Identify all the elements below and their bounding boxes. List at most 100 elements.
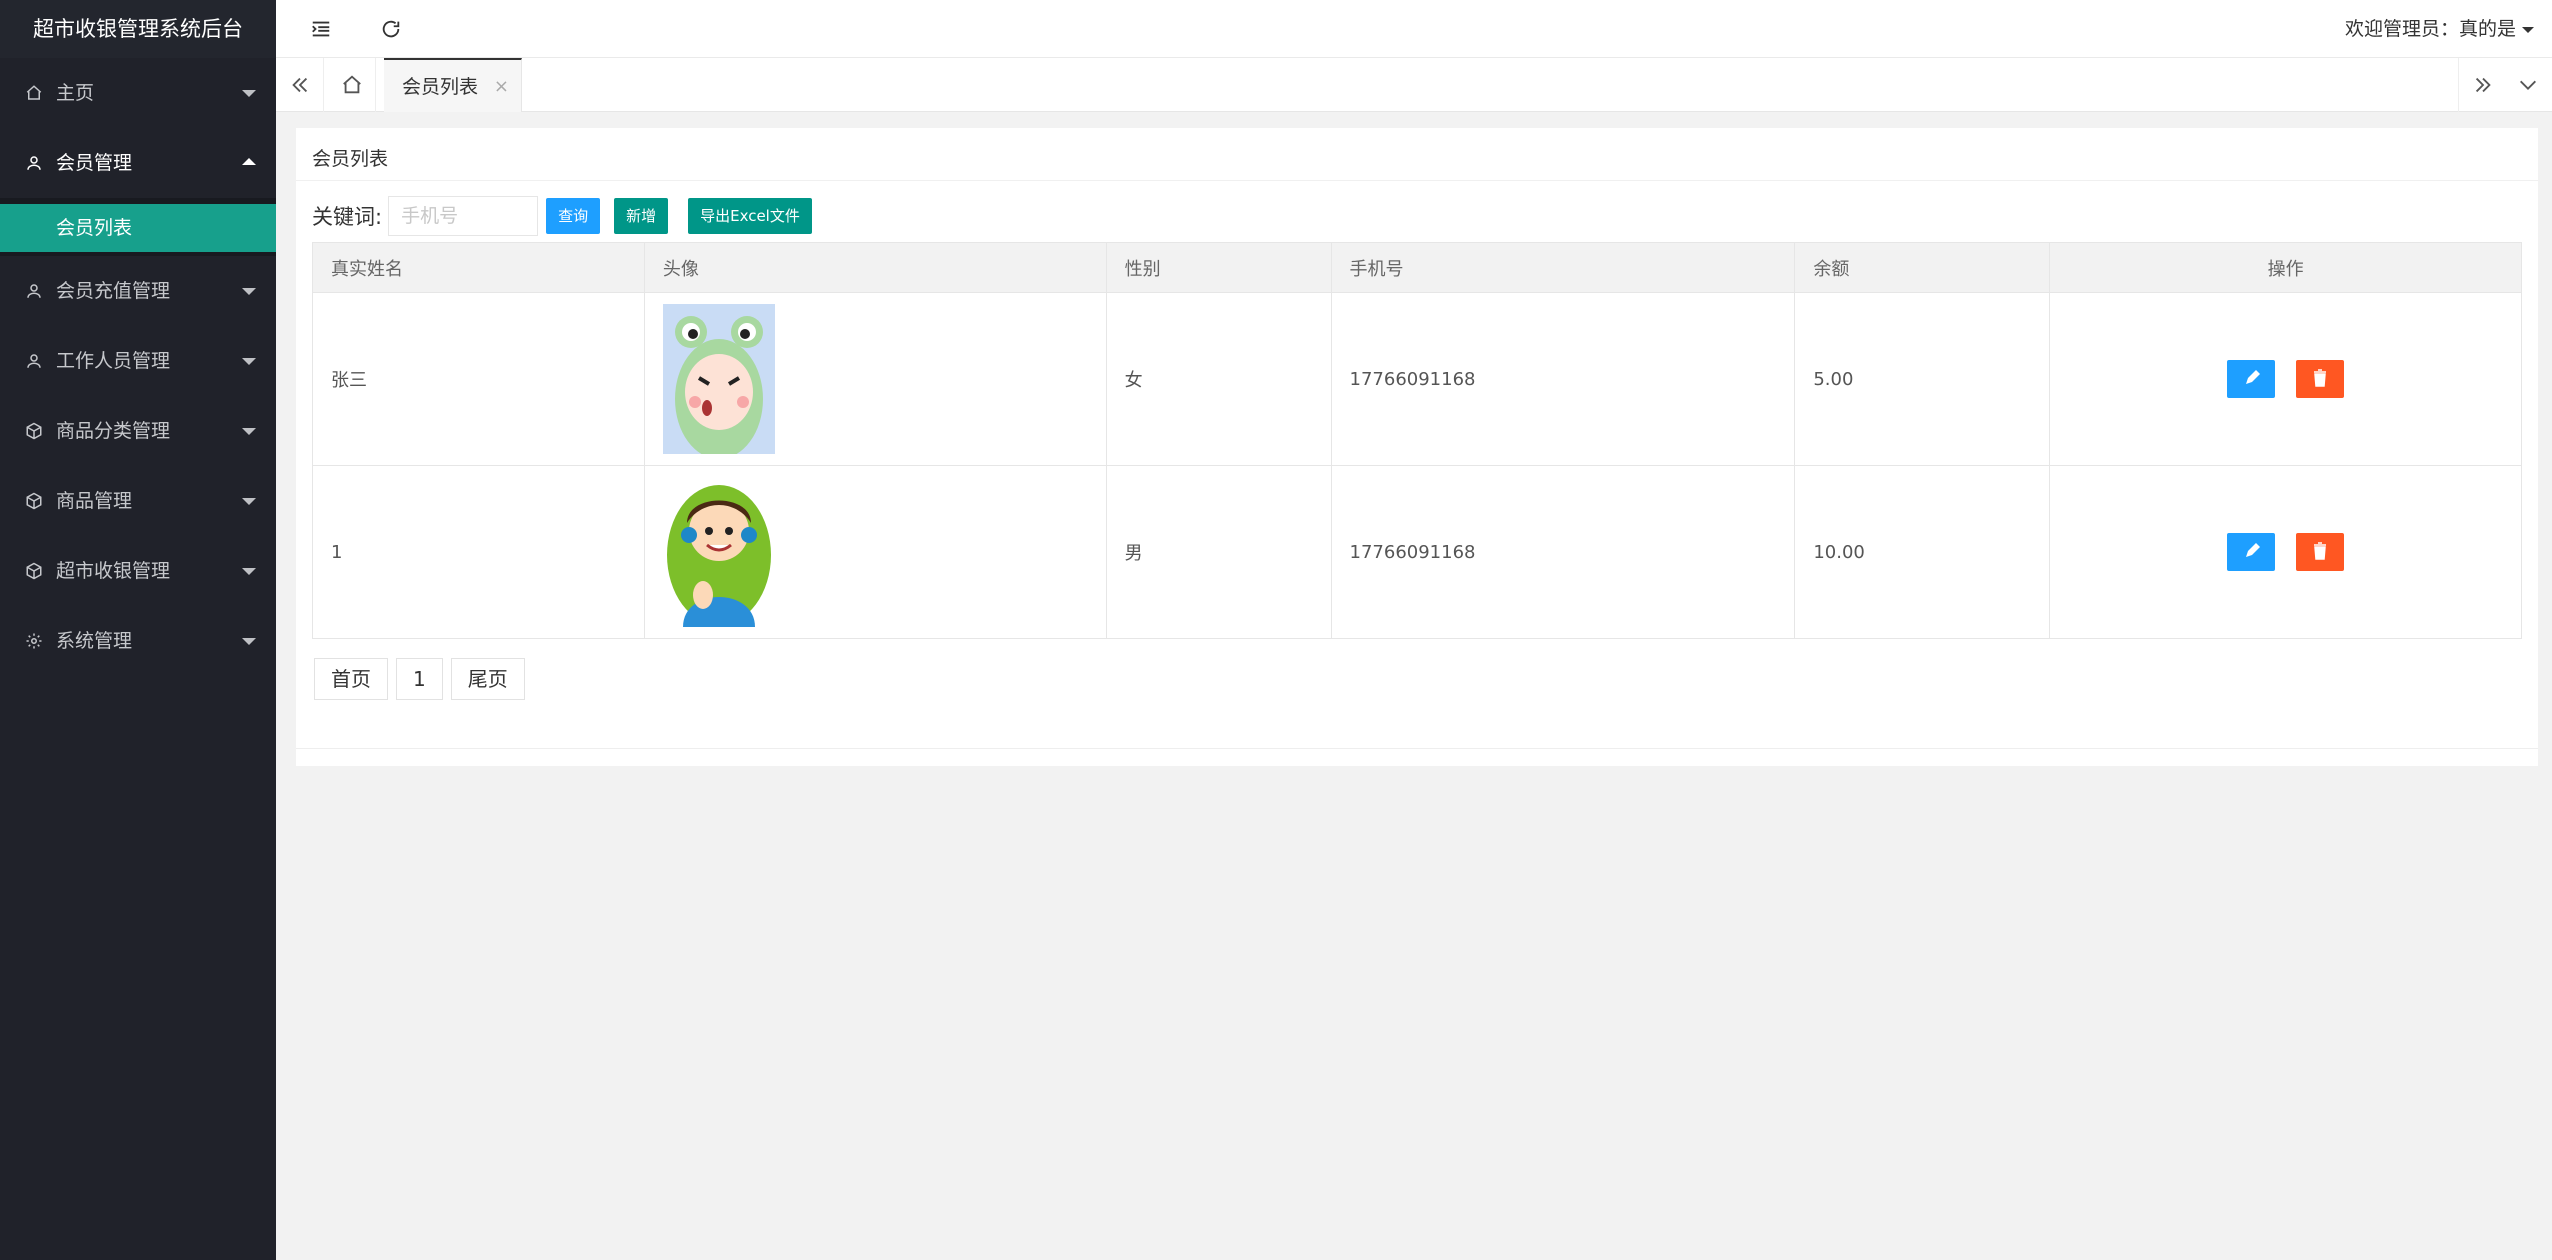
first-page-button[interactable]: 首页 (314, 658, 388, 700)
cell-name: 张三 (312, 292, 645, 466)
home-icon (24, 58, 44, 128)
sidebar-item-label: 工作人员管理 (56, 350, 171, 372)
content-panel: 会员列表 关键词: 查询 新增 导出Excel文件 真实姓名 头像 性别 手机号… (296, 128, 2538, 748)
cell-operations (2049, 292, 2522, 466)
pencil-icon (2245, 543, 2260, 557)
cell-phone: 17766091168 (1330, 292, 1796, 466)
sidebar-item-goods[interactable]: 商品管理 (0, 466, 276, 536)
table-header-row: 真实姓名 头像 性别 手机号 余额 操作 (312, 242, 2522, 293)
welcome-text: 欢迎管理员：真的是 (2344, 18, 2516, 40)
trash-icon (2314, 369, 2327, 387)
user-icon (24, 256, 44, 326)
sidebar-submenu-members: 会员列表 (0, 198, 276, 256)
app-title: 超市收银管理系统后台 (0, 0, 276, 58)
cell-balance: 10.00 (1794, 465, 2051, 639)
cube-icon (24, 536, 44, 606)
column-header: 头像 (643, 242, 1107, 293)
divider (296, 180, 2538, 181)
column-header: 余额 (1794, 242, 2051, 293)
sidebar-item-label: 商品管理 (56, 490, 133, 512)
top-header: 欢迎管理员：真的是 (276, 0, 2552, 58)
cell-operations (2049, 465, 2522, 639)
sidebar-item-members[interactable]: 会员管理 (0, 128, 276, 198)
cell-avatar (643, 292, 1107, 466)
sidebar-item-recharge[interactable]: 会员充值管理 (0, 256, 276, 326)
chevron-down-icon (242, 428, 256, 435)
table-row: 张三 女 17766091168 5.00 (312, 292, 2522, 466)
phone-search-input[interactable] (388, 196, 539, 236)
chevron-down-icon (242, 568, 256, 575)
edit-button[interactable] (2226, 533, 2275, 571)
tab-member-list[interactable]: 会员列表 × (384, 58, 522, 112)
cell-gender: 男 (1105, 465, 1332, 639)
user-icon (24, 326, 44, 396)
tabs-menu-button[interactable] (2504, 58, 2552, 112)
menu-indent-icon (312, 21, 330, 37)
cell-name: 1 (312, 465, 645, 639)
cube-icon (24, 396, 44, 466)
chevron-down-icon (242, 638, 256, 645)
tab-home-button[interactable] (328, 58, 376, 112)
caret-down-icon (2522, 26, 2534, 33)
column-header: 真实姓名 (312, 242, 645, 293)
tabs-scroll-left-button[interactable] (276, 58, 324, 112)
sidebar-item-label: 系统管理 (56, 630, 133, 652)
sidebar-item-category[interactable]: 商品分类管理 (0, 396, 276, 466)
refresh-icon (382, 20, 400, 38)
panel-footer (296, 748, 2538, 766)
user-menu[interactable]: 欢迎管理员：真的是 (2345, 0, 2552, 58)
cell-avatar (643, 465, 1107, 639)
add-button[interactable]: 新增 (614, 198, 669, 234)
pencil-icon (2245, 370, 2260, 384)
search-toolbar: 关键词: 查询 新增 导出Excel文件 (312, 196, 812, 236)
cell-gender: 女 (1105, 292, 1332, 466)
sidebar-item-cashier[interactable]: 超市收银管理 (0, 536, 276, 606)
sidebar-item-label: 会员充值管理 (56, 280, 171, 302)
user-icon (24, 128, 44, 198)
close-icon[interactable]: × (494, 60, 509, 114)
refresh-button[interactable] (356, 0, 426, 58)
sidebar-item-system[interactable]: 系统管理 (0, 606, 276, 676)
sidebar-toggle-button[interactable] (286, 0, 356, 58)
tab-label: 会员列表 (402, 76, 479, 98)
column-header: 性别 (1105, 242, 1332, 293)
cube-icon (24, 466, 44, 536)
delete-button[interactable] (2296, 533, 2345, 571)
sidebar-item-label: 主页 (56, 82, 95, 104)
tabs-bar: 会员列表 × (276, 58, 2552, 112)
chevron-down-icon (242, 90, 256, 97)
table-row: 1 男 17766091168 10.00 (312, 465, 2522, 639)
double-chevron-left-icon (291, 77, 307, 93)
double-chevron-right-icon (2475, 77, 2491, 93)
column-header: 操作 (2049, 242, 2522, 293)
page-number-button[interactable]: 1 (396, 658, 443, 700)
panel-title: 会员列表 (312, 148, 389, 170)
chevron-down-icon (242, 498, 256, 505)
tabs-scroll-right-button[interactable] (2458, 58, 2506, 112)
edit-button[interactable] (2226, 360, 2275, 398)
chevron-down-icon (242, 358, 256, 365)
cell-phone: 17766091168 (1330, 465, 1796, 639)
cell-balance: 5.00 (1794, 292, 2051, 466)
delete-button[interactable] (2296, 360, 2345, 398)
frog-hood-avatar (662, 304, 775, 454)
sidebar-item-staff[interactable]: 工作人员管理 (0, 326, 276, 396)
sidebar-item-home[interactable]: 主页 (0, 58, 276, 128)
gear-icon (24, 606, 44, 676)
column-header: 手机号 (1330, 242, 1796, 293)
sidebar-subitem-member-list[interactable]: 会员列表 (0, 204, 276, 252)
home-icon (342, 75, 361, 94)
pagination: 首页 1 尾页 (314, 658, 525, 700)
query-button[interactable]: 查询 (546, 198, 601, 234)
chevron-down-icon (242, 288, 256, 295)
headphone-boy-avatar (666, 485, 771, 627)
member-table: 真实姓名 头像 性别 手机号 余额 操作 张三 女 17766091168 5.… (312, 242, 2522, 639)
last-page-button[interactable]: 尾页 (450, 658, 525, 700)
sidebar-item-label: 超市收银管理 (56, 560, 171, 582)
export-excel-button[interactable]: 导出Excel文件 (688, 198, 812, 234)
chevron-down-icon (2520, 80, 2536, 90)
sidebar-item-label: 会员管理 (56, 152, 133, 174)
sidebar: 超市收银管理系统后台 主页 会员管理 会员列表 会员充值管理 工作人员管理 商品… (0, 0, 276, 1260)
trash-icon (2314, 542, 2327, 560)
keyword-label: 关键词: (312, 205, 383, 229)
